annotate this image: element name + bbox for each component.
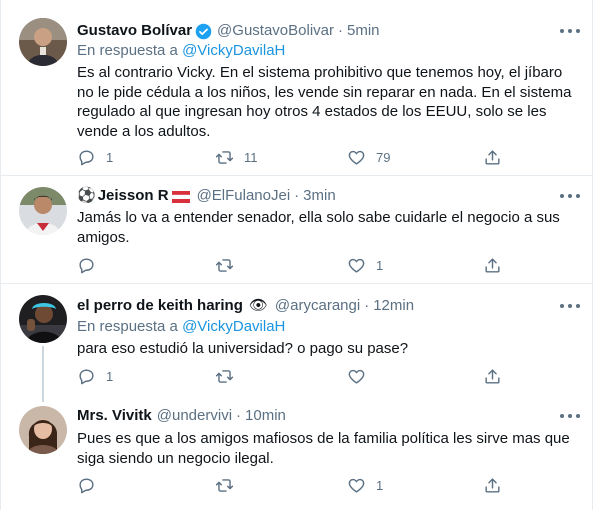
reply-count: 1 — [106, 150, 114, 165]
timestamp[interactable]: 10min — [245, 407, 286, 425]
reply-button[interactable] — [77, 256, 106, 275]
reply-count: 1 — [106, 369, 114, 384]
avatar[interactable] — [19, 187, 67, 235]
reply-context: En respuesta a @VickyDavilaH — [77, 42, 285, 60]
reply-to-link[interactable]: @VickyDavilaH — [182, 318, 285, 335]
tweet-text: Pues es que a los amigos mafiosos de la … — [77, 430, 570, 467]
tweet-mrs-vivitk[interactable]: Mrs. Vivitk @undervivi · 10min Pues es q… — [1, 396, 593, 510]
like-button[interactable]: 1 — [347, 476, 383, 495]
reply-prefix: En respuesta a — [77, 318, 183, 335]
timestamp[interactable]: 12min — [373, 297, 414, 315]
display-name[interactable]: Mrs. Vivitk — [77, 407, 152, 425]
reply-button[interactable]: 1 — [77, 367, 113, 386]
timestamp[interactable]: 5min — [347, 22, 380, 40]
reply-prefix: En respuesta a — [77, 42, 183, 59]
tweet-header: el perro de keith haring 👁 @arycarangi ·… — [77, 297, 414, 315]
reply-icon — [79, 478, 94, 494]
heart-icon — [348, 478, 365, 493]
reply-icon — [79, 258, 94, 274]
display-name[interactable]: Gustavo Bolívar — [77, 22, 192, 40]
eye-icon: 👁 — [248, 297, 268, 314]
reply-thread: Gustavo Bolívar @GustavoBolivar · 5min E… — [0, 0, 593, 510]
retweet-icon — [215, 259, 234, 272]
heart-icon — [348, 369, 365, 384]
tweet-actions: 1 — [77, 367, 507, 387]
timestamp[interactable]: 3min — [303, 187, 336, 205]
retweet-icon — [215, 479, 234, 492]
reply-context: En respuesta a @VickyDavilaH — [77, 318, 285, 336]
separator-dot: · — [294, 187, 300, 204]
separator-dot: · — [338, 22, 343, 39]
share-icon — [485, 369, 500, 384]
avatar[interactable] — [19, 295, 67, 343]
like-count: 1 — [376, 478, 384, 493]
soccer-ball-icon: ⚽ — [77, 187, 96, 204]
retweet-button[interactable] — [215, 256, 244, 275]
heart-icon — [348, 150, 365, 165]
like-button[interactable] — [347, 367, 376, 386]
like-count: 79 — [376, 150, 391, 165]
tweet-text: Jamás lo va a entender senador, ella sol… — [77, 209, 560, 246]
tweet-el-perro-de-keith-haring[interactable]: el perro de keith haring 👁 @arycarangi ·… — [1, 284, 593, 402]
tweet-actions: 1 — [77, 256, 507, 276]
avatar[interactable] — [19, 18, 67, 66]
tweet-actions: 1 11 79 — [77, 148, 507, 168]
retweet-button[interactable] — [215, 476, 244, 495]
share-icon — [485, 258, 500, 273]
share-button[interactable] — [483, 476, 502, 495]
separator-dot: · — [364, 297, 370, 314]
user-handle[interactable]: @undervivi — [157, 407, 232, 425]
retweet-button[interactable] — [215, 367, 244, 386]
tweet-jeisson-r[interactable]: ⚽ Jeisson R @ElFulanoJei · 3min Jamás lo… — [1, 176, 593, 284]
reply-to-link[interactable]: @VickyDavilaH — [182, 42, 285, 59]
verified-badge-icon — [195, 23, 212, 40]
retweet-icon — [215, 370, 234, 383]
tweet-header: Mrs. Vivitk @undervivi · 10min — [77, 407, 286, 425]
more-options-icon[interactable] — [560, 190, 580, 202]
thread-connector — [42, 346, 44, 402]
share-icon — [485, 478, 500, 493]
reply-button[interactable] — [77, 476, 106, 495]
user-handle[interactable]: @GustavoBolivar — [217, 22, 334, 40]
reply-icon — [79, 150, 94, 166]
display-name[interactable]: el perro de keith haring — [77, 297, 243, 315]
reply-button[interactable]: 1 — [77, 148, 113, 167]
display-name[interactable]: Jeisson R — [98, 187, 169, 205]
avatar[interactable] — [19, 406, 67, 454]
tweet-text: para eso estudió la universidad? o pago … — [77, 340, 409, 357]
user-handle[interactable]: @arycarangi — [275, 297, 360, 315]
tweet-header: Gustavo Bolívar @GustavoBolivar · 5min — [77, 22, 380, 40]
share-button[interactable] — [483, 256, 502, 275]
like-button[interactable]: 79 — [347, 148, 390, 167]
like-button[interactable]: 1 — [347, 256, 383, 275]
tweet-actions: 1 — [77, 476, 507, 496]
retweet-button[interactable]: 11 — [215, 148, 258, 167]
share-icon — [485, 150, 500, 165]
reply-icon — [79, 369, 94, 385]
like-count: 1 — [376, 258, 384, 273]
tweet-gustavo-bolivar[interactable]: Gustavo Bolívar @GustavoBolivar · 5min E… — [1, 0, 593, 176]
more-options-icon[interactable] — [560, 25, 580, 37]
more-options-icon[interactable] — [560, 300, 580, 312]
austria-flag-icon — [171, 190, 190, 203]
more-options-icon[interactable] — [560, 410, 580, 422]
share-button[interactable] — [483, 367, 502, 386]
user-handle[interactable]: @ElFulanoJei — [197, 187, 291, 205]
separator-dot: · — [236, 407, 242, 424]
retweet-count: 11 — [244, 150, 258, 165]
share-button[interactable] — [483, 148, 502, 167]
heart-icon — [348, 258, 365, 273]
tweet-header: ⚽ Jeisson R @ElFulanoJei · 3min — [77, 187, 336, 205]
retweet-icon — [215, 151, 234, 164]
tweet-text: Es al contrario Vicky. En el sistema pro… — [77, 64, 572, 140]
